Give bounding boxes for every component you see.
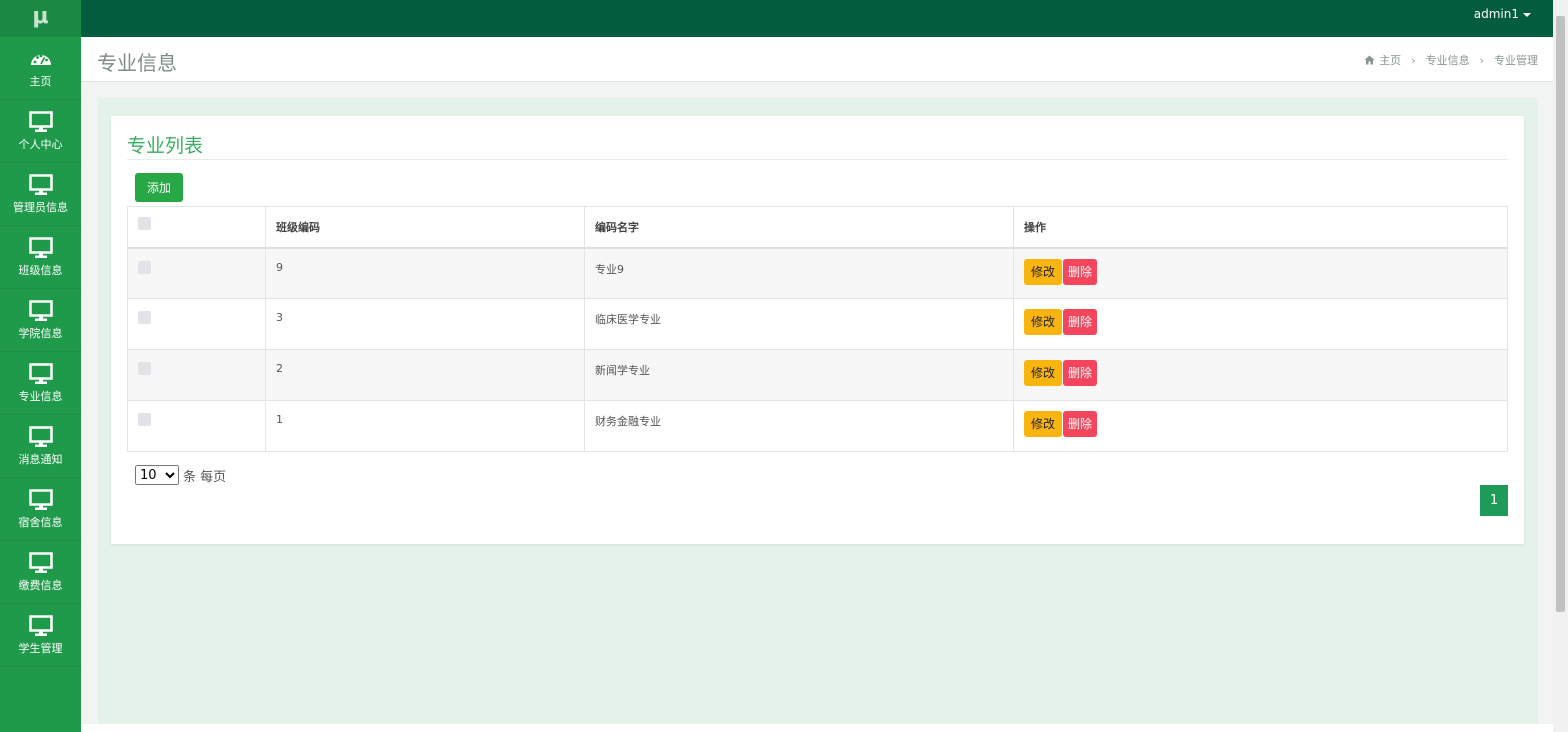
code-cell: 2 [265, 349, 585, 401]
checkbox-cell [127, 247, 266, 299]
breadcrumb: 主页 › 专业信息 › 专业管理 [1364, 52, 1538, 68]
edit-button[interactable]: 修改 [1024, 258, 1063, 285]
breadcrumb-majors[interactable]: 专业信息 [1426, 52, 1470, 68]
sidebar: μ 主页 个人中心 管理员信息 班级信息 学院信息 专业信息 消息通知 宿舍信息… [0, 0, 81, 732]
vertical-scrollbar[interactable] [1553, 0, 1568, 732]
page-title: 专业信息 [97, 51, 177, 75]
sidebar-item-label: 管理员信息 [13, 200, 68, 214]
logo: μ [0, 0, 81, 37]
home-icon [1364, 55, 1375, 65]
add-button[interactable]: 添加 [135, 173, 183, 202]
table-row: 3 临床医学专业 修改 删除 [127, 298, 1508, 350]
sidebar-item-label: 宿舍信息 [18, 515, 63, 529]
table-row: 2 新闻学专业 修改 删除 [127, 349, 1508, 401]
sidebar-item-label: 专业信息 [18, 389, 63, 403]
actions-cell: 修改 删除 [1013, 298, 1508, 350]
page-size-select[interactable]: 10 [135, 465, 179, 485]
code-cell: 9 [265, 247, 585, 299]
delete-button[interactable]: 删除 [1063, 258, 1098, 285]
page-button-current[interactable]: 1 [1480, 485, 1508, 516]
sidebar-item-home[interactable]: 主页 [0, 37, 81, 100]
name-cell: 财务金融专业 [584, 400, 1014, 452]
name-cell: 新闻学专业 [584, 349, 1014, 401]
sidebar-item-payments[interactable]: 缴费信息 [0, 541, 81, 604]
column-header: 班级编码 [265, 206, 585, 249]
monitor-icon [28, 614, 53, 636]
row-checkbox[interactable] [138, 413, 151, 426]
select-all-header [127, 206, 266, 249]
major-list-panel: 专业列表 添加 班级编码 编码名字 操作 9 专业9 修改 删除 3 临床医学专… [111, 116, 1524, 544]
name-cell: 临床医学专业 [584, 298, 1014, 350]
table-row: 9 专业9 修改 删除 [127, 247, 1508, 299]
chevron-right-icon: › [1479, 53, 1484, 67]
page-header: 专业信息 主页 › 专业信息 › 专业管理 [81, 37, 1553, 82]
row-checkbox[interactable] [138, 260, 151, 274]
sidebar-item-profile[interactable]: 个人中心 [0, 100, 81, 163]
dashboard-icon [30, 54, 51, 65]
delete-button[interactable]: 删除 [1063, 309, 1098, 335]
edit-button[interactable]: 修改 [1024, 360, 1063, 386]
sidebar-item-notices[interactable]: 消息通知 [0, 415, 81, 478]
caret-down-icon [1523, 12, 1531, 17]
monitor-icon [28, 362, 53, 384]
code-cell: 3 [265, 298, 585, 350]
sidebar-item-admins[interactable]: 管理员信息 [0, 163, 81, 226]
monitor-icon [28, 551, 53, 573]
sidebar-item-classes[interactable]: 班级信息 [0, 226, 81, 289]
checkbox-cell [127, 298, 266, 350]
actions-cell: 修改 删除 [1013, 349, 1508, 401]
sidebar-item-label: 班级信息 [18, 263, 63, 277]
monitor-icon [28, 173, 53, 195]
page-size-label: 条 每页 [183, 469, 227, 485]
sidebar-item-label: 学生管理 [18, 641, 63, 655]
top-bar: admin1 [81, 0, 1553, 37]
actions-cell: 修改 删除 [1013, 247, 1508, 299]
chevron-right-icon: › [1411, 53, 1416, 67]
row-checkbox[interactable] [138, 311, 151, 324]
breadcrumb-home[interactable]: 主页 [1379, 52, 1401, 68]
sidebar-item-label: 学院信息 [18, 326, 63, 340]
checkbox-cell [127, 400, 266, 452]
select-all-checkbox[interactable] [138, 217, 151, 231]
column-header: 编码名字 [584, 206, 1014, 249]
table-header-row: 班级编码 编码名字 操作 [127, 206, 1508, 249]
major-table: 班级编码 编码名字 操作 9 专业9 修改删除 3 临床医学专业 修改删除 [127, 206, 1508, 452]
sidebar-item-dorms[interactable]: 宿舍信息 [0, 478, 81, 541]
edit-button[interactable]: 修改 [1024, 309, 1063, 335]
panel-title: 专业列表 [127, 135, 204, 157]
sidebar-item-label: 缴费信息 [18, 578, 63, 592]
checkbox-cell [127, 349, 266, 401]
sidebar-item-students[interactable]: 学生管理 [0, 604, 81, 667]
divider [127, 159, 1508, 160]
sidebar-item-colleges[interactable]: 学院信息 [0, 289, 81, 352]
row-checkbox[interactable] [138, 362, 151, 375]
monitor-icon [28, 299, 53, 321]
footer-strip [81, 724, 1553, 732]
table-row: 1 财务金融专业 修改 删除 [127, 400, 1508, 452]
sidebar-item-label: 消息通知 [18, 452, 63, 466]
page-size-control: 10 条 每页 [135, 465, 226, 485]
sidebar-item-label: 主页 [29, 74, 52, 88]
user-menu[interactable]: admin1 [1474, 7, 1531, 21]
delete-button[interactable]: 删除 [1063, 360, 1098, 386]
breadcrumb-current: 专业管理 [1494, 54, 1538, 67]
scrollbar-thumb[interactable] [1556, 16, 1565, 612]
actions-cell: 修改 删除 [1013, 400, 1508, 452]
code-cell: 1 [265, 400, 585, 452]
monitor-icon [28, 236, 53, 258]
monitor-icon [28, 110, 53, 132]
monitor-icon [28, 488, 53, 510]
sidebar-item-label: 个人中心 [18, 137, 63, 151]
monitor-icon [28, 425, 53, 447]
column-header: 操作 [1013, 206, 1508, 249]
delete-button[interactable]: 删除 [1063, 411, 1098, 437]
sidebar-item-majors[interactable]: 专业信息 [0, 352, 81, 415]
edit-button[interactable]: 修改 [1024, 411, 1063, 437]
username: admin1 [1473, 7, 1519, 21]
name-cell: 专业9 [584, 247, 1014, 299]
